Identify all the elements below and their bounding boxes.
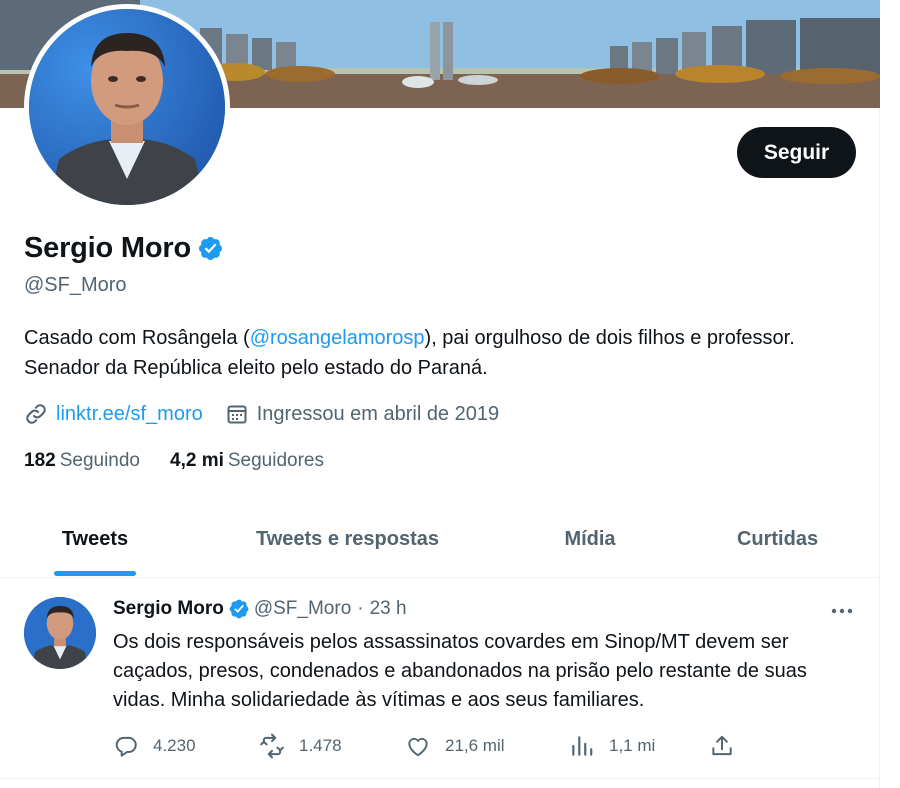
more-icon[interactable] (826, 599, 858, 623)
profile-page: Seguir Sergio Moro @SF_Moro Casado com R… (0, 0, 880, 788)
avatar-photo (29, 9, 225, 205)
followers-count-link[interactable]: 4,2 mi Seguidores (170, 450, 324, 472)
tab-likes[interactable]: Curtidas (675, 500, 880, 578)
tweet-timestamp[interactable]: 23 h (370, 598, 407, 620)
views-icon (572, 736, 593, 756)
like-count: 21,6 mil (445, 736, 505, 755)
bio-mention-link[interactable]: @rosangelamorosp (250, 327, 425, 349)
share-icon (712, 735, 732, 756)
profile-bio: Casado com Rosângela (@rosangelamorosp),… (24, 323, 824, 383)
display-name: Sergio Moro (24, 232, 191, 264)
heart-icon (408, 737, 428, 757)
profile-name-row: Sergio Moro (24, 232, 224, 265)
profile-counts: 182 Seguindo 4,2 mi Seguidores (24, 450, 354, 472)
following-count-link[interactable]: 182 Seguindo (24, 450, 140, 472)
followers-count: 4,2 mi (170, 450, 224, 471)
tab-media-label: Mídia (564, 527, 616, 550)
retweet-button[interactable]: 1.478 (259, 733, 342, 759)
tweet-author-handle[interactable]: @SF_Moro (254, 598, 351, 620)
verified-badge-icon[interactable] (197, 235, 224, 262)
active-tab-indicator (54, 571, 136, 576)
tweet-avatar-photo (24, 597, 96, 669)
profile-joined-item: Ingressou em abril de 2019 (225, 402, 499, 426)
tab-replies-label: Tweets e respostas (255, 527, 440, 550)
tweet-item[interactable]: Sergio Moro @SF_Moro · 23 h Os dois resp… (0, 579, 880, 779)
profile-website-link[interactable]: linktr.ee/sf_moro (56, 403, 203, 426)
profile-handle: @SF_Moro (24, 274, 127, 296)
calendar-icon (227, 405, 247, 424)
tweet-separator: · (357, 598, 364, 619)
profile-tabs: Tweets Tweets e respostas Mídia Curtidas (0, 500, 880, 578)
following-count: 182 (24, 450, 56, 471)
retweet-icon (260, 733, 284, 759)
link-icon (26, 404, 46, 424)
tab-tweets-and-replies[interactable]: Tweets e respostas (190, 500, 505, 578)
profile-link-item: linktr.ee/sf_moro (24, 402, 203, 426)
reply-icon (115, 736, 137, 757)
reply-button[interactable]: 4.230 (113, 733, 196, 759)
views-button[interactable]: 1,1 mi (569, 733, 655, 759)
tweet-actions: 4.230 1.478 21,6 mil 1,1 mi (113, 733, 753, 763)
tab-media[interactable]: Mídia (505, 500, 675, 578)
tweet-author-name[interactable]: Sergio Moro (113, 598, 224, 620)
views-count: 1,1 mi (609, 736, 656, 755)
following-label: Seguindo (59, 450, 140, 471)
bio-text-start: Casado com Rosângela ( (24, 327, 250, 349)
tweet-header: Sergio Moro @SF_Moro · 23 h (113, 598, 407, 620)
tab-tweets[interactable]: Tweets (0, 500, 190, 578)
tweet-text: Os dois responsáveis pelos assassinatos … (113, 631, 807, 711)
profile-avatar[interactable] (24, 4, 230, 210)
retweet-count: 1.478 (299, 736, 342, 755)
like-button[interactable]: 21,6 mil (405, 733, 505, 759)
followers-label: Seguidores (227, 450, 324, 471)
verified-badge-icon[interactable] (228, 598, 250, 620)
share-button[interactable] (709, 733, 735, 759)
tab-likes-label: Curtidas (736, 527, 819, 550)
reply-count: 4.230 (153, 736, 196, 755)
follow-button[interactable]: Seguir (737, 127, 856, 178)
tab-tweets-label: Tweets (61, 527, 129, 550)
tweet-avatar[interactable] (24, 597, 96, 669)
profile-joined-date: Ingressou em abril de 2019 (256, 402, 500, 425)
profile-meta: linktr.ee/sf_moro Ingressou em abril de … (24, 402, 521, 426)
